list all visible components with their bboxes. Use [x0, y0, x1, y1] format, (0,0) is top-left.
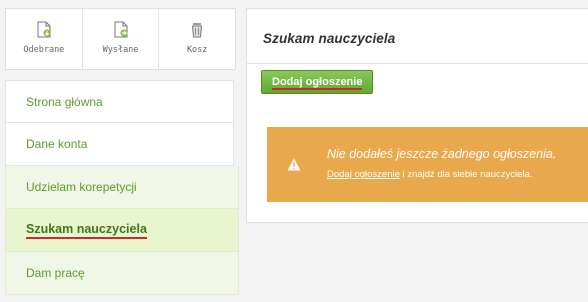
- sidebar-item-label: Strona główna: [26, 94, 103, 109]
- page-title: Szukam nauczyciela: [263, 31, 396, 46]
- trash-icon: [192, 23, 203, 38]
- trash-button[interactable]: Kosz: [159, 9, 235, 69]
- mailbox-toolbar: Odebrane Wysłane Kosz: [5, 8, 236, 70]
- divider: [247, 63, 588, 64]
- empty-state-alert: Nie dodałeś jeszcze żadnego ogłoszenia. …: [267, 127, 588, 202]
- sent-button[interactable]: Wysłane: [83, 9, 160, 69]
- inbox-label: Odebrane: [23, 45, 65, 55]
- sidebar-item-jobs[interactable]: Dam pracę: [5, 252, 239, 295]
- add-listing-link[interactable]: Dodaj ogłoszenie: [327, 169, 400, 180]
- inbox-button[interactable]: Odebrane: [6, 9, 83, 69]
- alert-subtext-rest: i znajdź dla siebie nauczyciela.: [399, 169, 533, 180]
- inbox-document-icon: [37, 21, 51, 38]
- sidebar-menu: Strona główna Dane konta Udzielam korepe…: [5, 80, 239, 295]
- sidebar-item-label: Dane konta: [26, 137, 88, 151]
- main-panel: Szukam nauczyciela Dodaj ogłoszenie Nie …: [246, 8, 588, 223]
- sidebar-item-account[interactable]: Dane konta: [5, 123, 234, 166]
- sidebar-item-home[interactable]: Strona główna: [5, 80, 234, 123]
- sidebar-item-tutoring[interactable]: Udzielam korepetycji: [5, 166, 239, 209]
- sent-label: Wysłane: [102, 45, 139, 55]
- sidebar-item-find-teacher[interactable]: Szukam nauczyciela: [5, 209, 239, 252]
- add-listing-button[interactable]: Dodaj ogłoszenie: [261, 70, 374, 94]
- sidebar-item-label: Udzielam korepetycji: [26, 180, 137, 194]
- sidebar-item-label: Dam pracę: [26, 266, 85, 280]
- alert-subtext: Dodaj ogłoszenie i znajdź dla siebie nau…: [327, 169, 532, 180]
- warning-icon: [287, 158, 301, 171]
- alert-message: Nie dodałeś jeszcze żadnego ogłoszenia.: [327, 147, 557, 161]
- trash-label: Kosz: [186, 45, 208, 55]
- add-listing-label: Dodaj ogłoszenie: [272, 76, 363, 90]
- sent-document-icon: [114, 21, 127, 38]
- sidebar-item-label: Szukam nauczyciela: [26, 222, 147, 239]
